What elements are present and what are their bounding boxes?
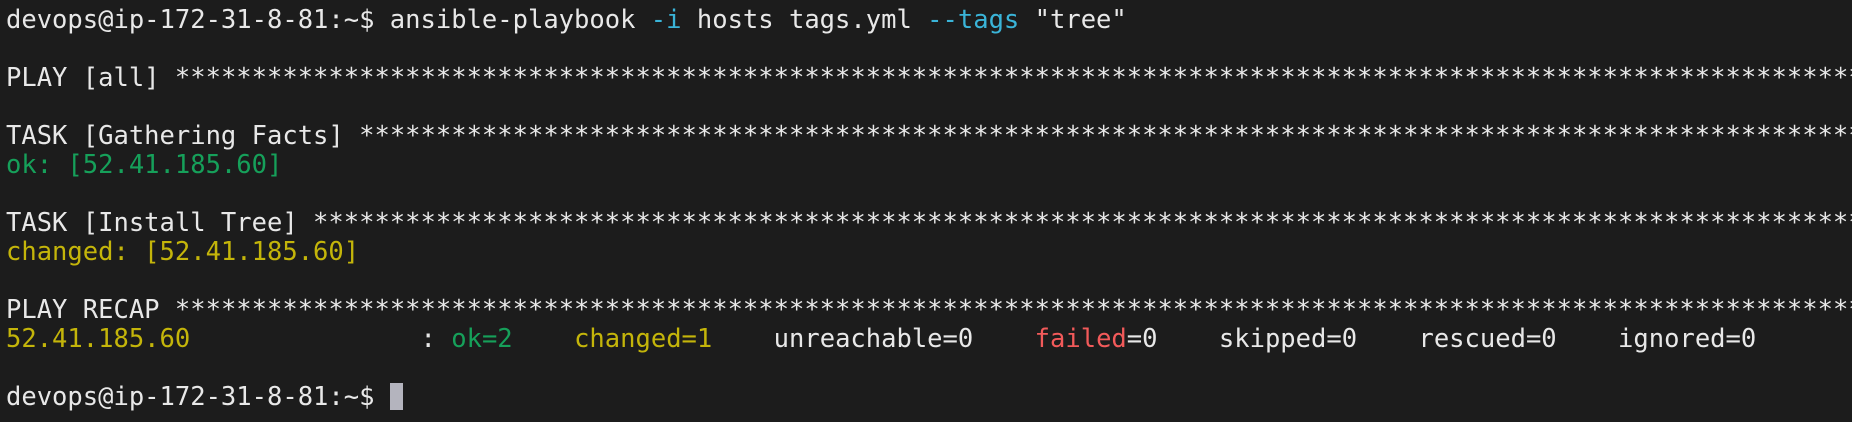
separator-stars: ****************************************… [174,64,1852,93]
separator-stars: ****************************************… [313,209,1852,238]
text-segment: : [405,325,452,354]
prompt-line: devops@ip-172-31-8-81:~$ [6,383,1852,412]
separator-stars: ****************************************… [174,296,1852,325]
separator-stars: ****************************************… [359,122,1852,151]
terminal-output[interactable]: devops@ip-172-31-8-81:~$ ansible-playboo… [0,0,1852,412]
text-segment: -i [650,6,682,35]
text-segment: PLAY [all] [6,64,175,93]
text-segment: hosts tags.yml [681,6,928,35]
blank [6,93,1852,122]
blank [6,180,1852,209]
text-segment [513,325,574,354]
text-segment: TASK [Gathering Facts] [6,122,360,151]
play-header: PLAY [all] *****************************… [6,64,1852,93]
text-segment: failed [1034,325,1127,354]
command-line: devops@ip-172-31-8-81:~$ ansible-playboo… [6,6,1852,35]
blank [6,35,1852,64]
text-segment: =0 skipped=0 rescued=0 ignored=0 [1126,325,1757,354]
text-segment: PLAY RECAP [6,296,175,325]
blank [6,267,1852,296]
play-recap-header: PLAY RECAP *****************************… [6,296,1852,325]
task-result-ok: ok: [52.41.185.60] [6,151,1852,180]
task-gathering-facts: TASK [Gathering Facts] *****************… [6,122,1852,151]
text-segment: "tree" [1019,6,1127,35]
text-segment: devops@ip-172-31-8-81:~$ [6,383,390,412]
text-segment: ok=2 [451,325,513,354]
recap-line: 52.41.185.60 : ok=2 changed=1 unreachabl… [6,325,1852,354]
text-segment: --tags [927,6,1020,35]
cursor [389,383,403,410]
text-segment: ok: [52.41.185.60] [6,151,283,180]
task-install-tree: TASK [Install Tree] ********************… [6,209,1852,238]
text-segment: TASK [Install Tree] [6,209,314,238]
text-segment: changed=1 [574,325,713,354]
text-segment: changed: [52.41.185.60] [6,238,360,267]
task-result-changed: changed: [52.41.185.60] [6,238,1852,267]
text-segment: devops@ip-172-31-8-81:~$ ansible-playboo… [6,6,651,35]
text-segment: unreachable=0 [712,325,1035,354]
text-segment: 52.41.185.60 [6,325,406,354]
blank [6,354,1852,383]
